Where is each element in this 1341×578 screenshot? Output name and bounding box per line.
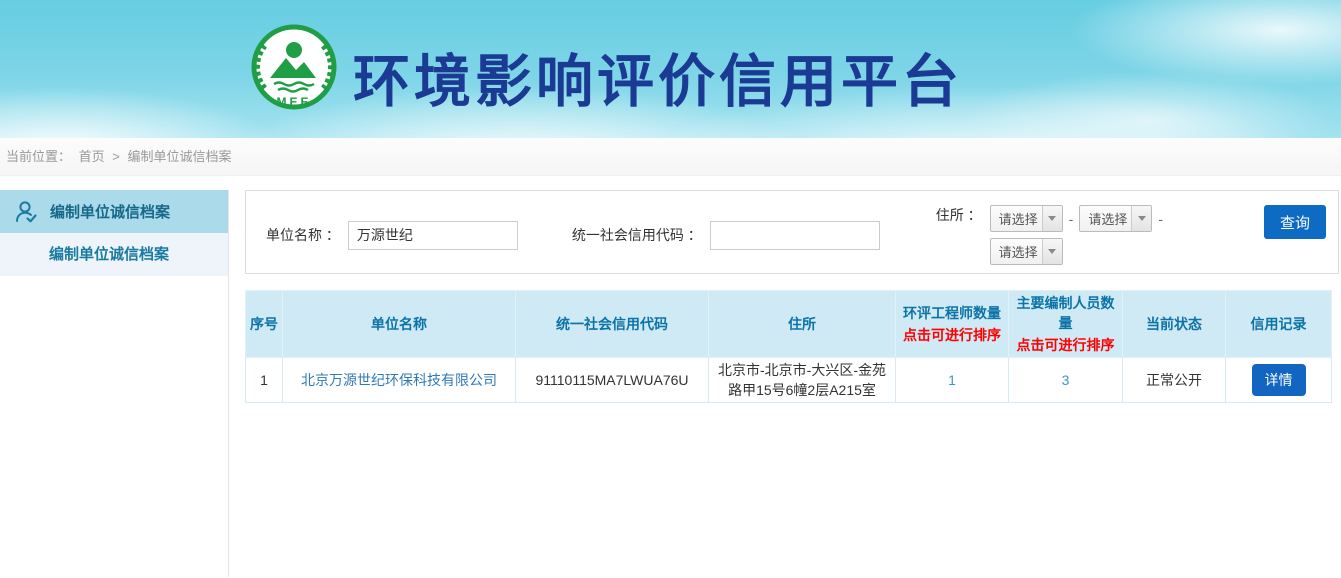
user-check-icon <box>13 199 39 225</box>
engineer-sort-hint[interactable]: 点击可进行排序 <box>900 325 1004 345</box>
chevron-down-icon[interactable] <box>1042 239 1062 264</box>
header-address: 住所 <box>709 291 896 358</box>
sidebar-item-archive[interactable]: 编制单位诚信档案 <box>0 233 228 276</box>
credit-code-input[interactable] <box>710 221 880 250</box>
company-link[interactable]: 北京万源世纪环保科技有限公司 <box>301 372 497 388</box>
main-content: 单位名称 ： 统一社会信用代码 ： 住所 ： 请选择 - <box>229 190 1341 403</box>
search-panel: 单位名称 ： 统一社会信用代码 ： 住所 ： 请选择 - <box>245 190 1339 274</box>
header-index: 序号 <box>246 291 283 358</box>
result-table: 序号 单位名称 统一社会信用代码 住所 环评工程师数量 点击可进行排序 主要编制… <box>245 290 1332 403</box>
query-button[interactable]: 查询 <box>1264 205 1326 239</box>
sidebar: 编制单位诚信档案 编制单位诚信档案 <box>0 190 229 577</box>
header-credit-code: 统一社会信用代码 <box>516 291 709 358</box>
logo-mee-text: MEE <box>276 95 311 109</box>
header-staff-count-label: 主要编制人员数量 <box>1017 295 1115 331</box>
address-label: 住所 ： <box>936 205 982 225</box>
province-select[interactable]: 请选择 <box>990 205 1063 232</box>
breadcrumb-separator: > <box>112 149 120 164</box>
table-header-row: 序号 单位名称 统一社会信用代码 住所 环评工程师数量 点击可进行排序 主要编制… <box>246 291 1332 358</box>
sidebar-group-label: 编制单位诚信档案 <box>50 201 170 222</box>
breadcrumb-prefix: 当前位置： <box>6 149 71 164</box>
chevron-down-icon[interactable] <box>1131 206 1151 231</box>
header-engineer-count[interactable]: 环评工程师数量 点击可进行排序 <box>896 291 1009 358</box>
header-status: 当前状态 <box>1123 291 1226 358</box>
cell-status: 正常公开 <box>1123 358 1226 403</box>
district-select-value: 请选择 <box>991 242 1038 261</box>
table-row: 1 北京万源世纪环保科技有限公司 91110115MA7LWUA76U 北京市-… <box>246 358 1332 403</box>
site-header: MEE 环境影响评价信用平台 <box>0 0 1341 138</box>
header-engineer-count-label: 环评工程师数量 <box>903 305 1001 321</box>
cell-credit-code: 91110115MA7LWUA76U <box>516 358 709 403</box>
breadcrumb-current: 编制单位诚信档案 <box>128 149 232 164</box>
address-separator: - <box>1069 211 1074 227</box>
staff-sort-hint[interactable]: 点击可进行排序 <box>1013 335 1118 355</box>
header-staff-count[interactable]: 主要编制人员数量 点击可进行排序 <box>1009 291 1123 358</box>
chevron-down-icon[interactable] <box>1042 206 1062 231</box>
detail-button[interactable]: 详情 <box>1252 364 1306 396</box>
breadcrumb: 当前位置： 首页 > 编制单位诚信档案 <box>0 138 1341 176</box>
province-select-value: 请选择 <box>991 209 1038 228</box>
breadcrumb-home-link[interactable]: 首页 <box>79 149 105 164</box>
engineer-count-link[interactable]: 1 <box>948 372 956 388</box>
staff-count-link[interactable]: 3 <box>1062 372 1070 388</box>
city-select-value: 请选择 <box>1080 209 1127 228</box>
company-name-input[interactable] <box>348 221 518 250</box>
address-separator: - <box>1158 211 1163 227</box>
district-select[interactable]: 请选择 <box>990 238 1063 265</box>
cell-index: 1 <box>246 358 283 403</box>
company-name-label: 单位名称 ： <box>266 225 340 245</box>
page-title: 环境影响评价信用平台 <box>353 36 963 118</box>
header-credit-record: 信用记录 <box>1226 291 1332 358</box>
header-company: 单位名称 <box>283 291 516 358</box>
sidebar-group-archive[interactable]: 编制单位诚信档案 <box>0 190 228 233</box>
city-select[interactable]: 请选择 <box>1079 205 1152 232</box>
mee-logo: MEE <box>250 22 338 114</box>
cell-address: 北京市-北京市-大兴区-金苑路甲15号6幢2层A215室 <box>709 358 896 403</box>
credit-code-label: 统一社会信用代码 ： <box>572 225 702 245</box>
